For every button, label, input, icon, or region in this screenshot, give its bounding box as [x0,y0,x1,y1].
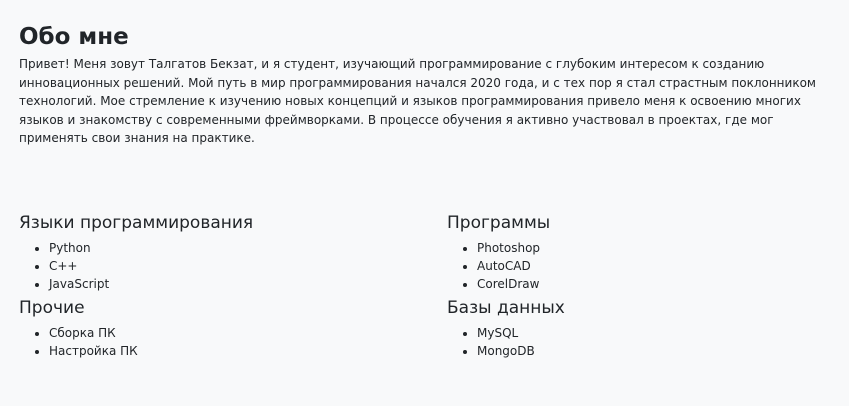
section-title: Программы [447,213,551,233]
section-title: Языки программирования [19,213,254,233]
section-databases: Базы данных MySQL MongoDB [447,295,839,360]
section-other: Прочие Сборка ПК Настройка ПК [19,295,447,360]
list-item: Photoshop [477,239,839,257]
list-item: C++ [49,257,447,275]
section-title: Прочие [19,298,85,318]
skill-list: Photoshop AutoCAD CorelDraw [447,239,839,293]
list-item: MongoDB [477,342,839,360]
about-text: Привет! Меня зовут Талгатов Бекзат, и я … [19,57,816,145]
skill-list: MySQL MongoDB [447,324,839,360]
skills-grid: Языки программирования Python C++ JavaSc… [19,210,839,360]
section-programs: Программы Photoshop AutoCAD CorelDraw [447,210,839,293]
list-item: JavaScript [49,275,447,293]
about-title: Обо мне [19,24,129,50]
list-item: Настройка ПК [49,342,447,360]
skill-list: Python C++ JavaScript [19,239,447,293]
section-programming-languages: Языки программирования Python C++ JavaSc… [19,210,447,293]
list-item: Python [49,239,447,257]
list-item: AutoCAD [477,257,839,275]
list-item: MySQL [477,324,839,342]
list-item: CorelDraw [477,275,839,293]
about-section: Обо мне Привет! Меня зовут Талгатов Бекз… [19,22,843,148]
list-item: Сборка ПК [49,324,447,342]
skill-list: Сборка ПК Настройка ПК [19,324,447,360]
section-title: Базы данных [447,298,565,318]
